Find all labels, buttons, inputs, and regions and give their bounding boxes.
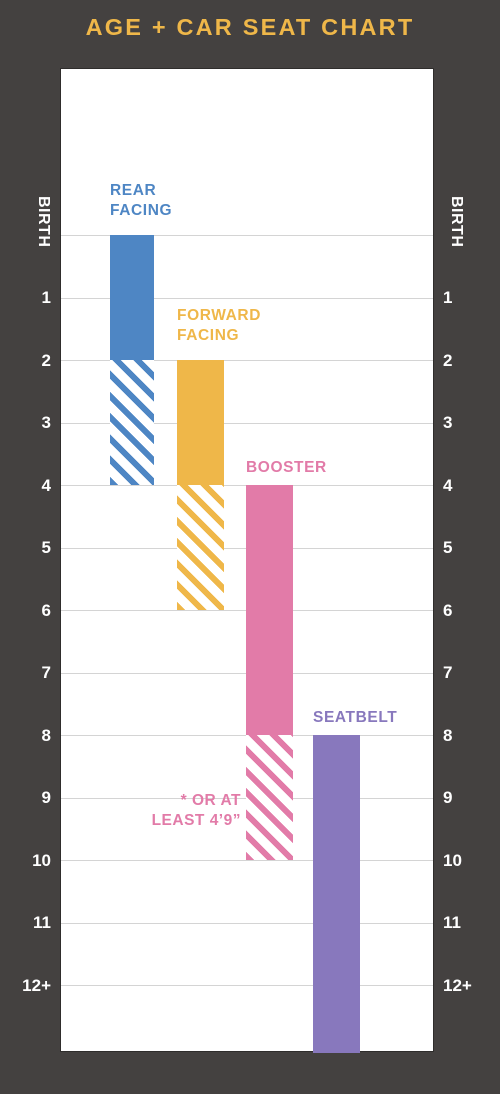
- age-tick-left-8: 8: [41, 725, 51, 745]
- age-tick-right-8: 8: [443, 725, 453, 745]
- chart-page: AGE + CAR SEAT CHART REAR FACING FORWARD…: [0, 0, 500, 1094]
- plot-area: REAR FACING FORWARD FACING BOOSTER SEATB…: [60, 68, 434, 1053]
- bar-label-seatbelt: SEATBELT: [313, 709, 398, 726]
- gridline-10: [61, 860, 433, 861]
- age-tick-right-12: 12+: [443, 975, 472, 995]
- bar-label-rear-facing: REAR FACING: [110, 182, 173, 219]
- bar-forward-facing-solid: [177, 360, 224, 485]
- age-tick-left-11: 11: [33, 913, 51, 932]
- bar-seatbelt-solid: [313, 735, 360, 1053]
- age-tick-right-10: 10: [443, 850, 462, 870]
- bar-label-booster: BOOSTER: [246, 459, 327, 476]
- bar-booster-hatched: [246, 735, 293, 860]
- age-tick-left-2: 2: [41, 350, 51, 370]
- age-tick-right-birth: BIRTH: [448, 196, 465, 248]
- age-tick-right-3: 3: [443, 413, 453, 432]
- bar-rear-facing-solid: [110, 235, 154, 360]
- age-tick-right-5: 5: [443, 538, 453, 557]
- age-tick-right-1: 1: [443, 288, 453, 307]
- age-tick-left-9: 9: [41, 788, 51, 807]
- age-tick-left-12: 12+: [22, 975, 51, 995]
- age-tick-left-4: 4: [41, 475, 51, 495]
- age-tick-left-7: 7: [41, 663, 51, 682]
- booster-footnote: * OR AT LEAST 4’9”: [151, 792, 241, 830]
- gridline-11: [61, 922, 433, 924]
- bar-forward-facing-hatched: [177, 485, 224, 610]
- age-tick-right-6: 6: [443, 600, 453, 620]
- age-tick-right-2: 2: [443, 350, 453, 370]
- age-tick-left-1: 1: [41, 288, 51, 307]
- gridline-12: [61, 985, 433, 986]
- age-tick-left-5: 5: [41, 538, 51, 557]
- bar-label-forward-facing: FORWARD FACING: [177, 307, 261, 344]
- age-tick-right-9: 9: [443, 788, 453, 807]
- age-tick-left-6: 6: [41, 600, 51, 620]
- age-tick-left-10: 10: [32, 850, 51, 870]
- bar-rear-facing-hatched: [110, 360, 154, 485]
- bar-booster-solid: [246, 485, 293, 735]
- age-tick-left-birth: BIRTH: [35, 196, 52, 248]
- age-tick-right-7: 7: [443, 663, 453, 682]
- age-tick-right-4: 4: [443, 475, 453, 495]
- page-title: AGE + CAR SEAT CHART: [85, 14, 415, 40]
- age-tick-right-11: 11: [443, 913, 461, 932]
- age-tick-left-3: 3: [41, 413, 51, 432]
